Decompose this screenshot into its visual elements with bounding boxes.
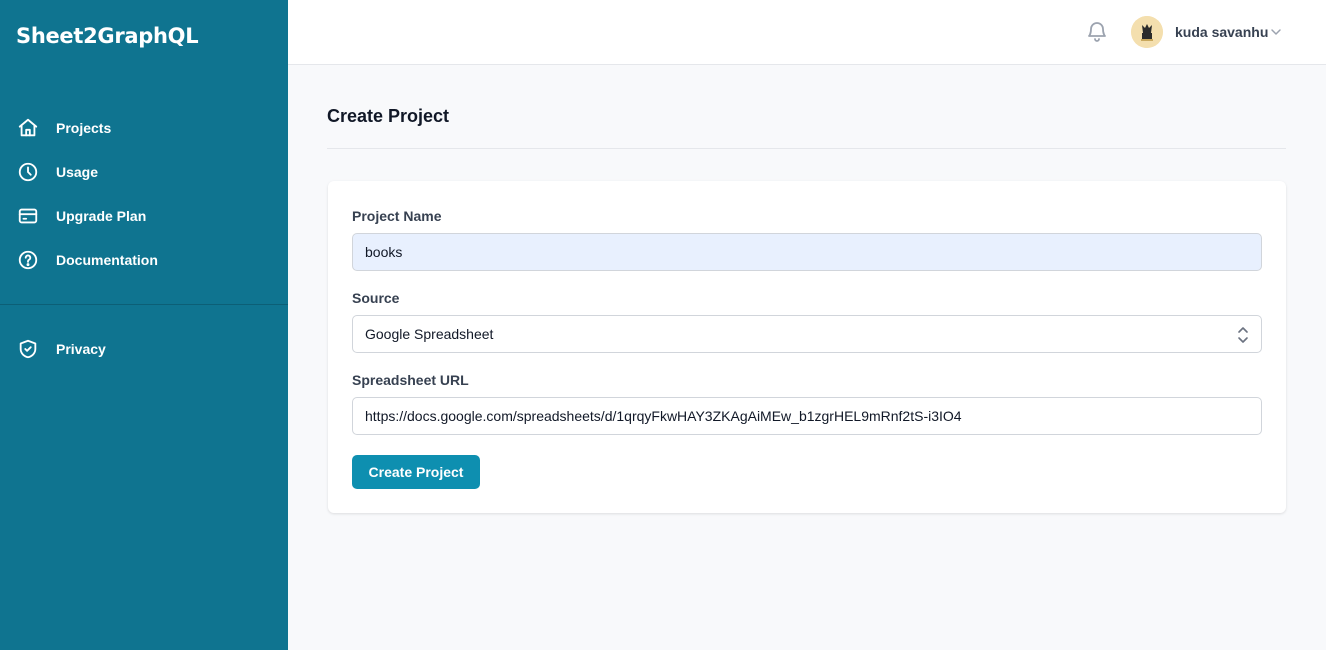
create-project-form: Project Name books Source Google Spreads… [328, 181, 1286, 513]
sidebar-item-label: Documentation [56, 252, 158, 268]
sidebar-item-label: Upgrade Plan [56, 208, 147, 224]
source-select[interactable]: Google Spreadsheet [352, 315, 1262, 353]
sidebar-item-privacy[interactable]: Privacy [16, 335, 276, 363]
page-title: Create Project [327, 106, 450, 126]
bell-icon[interactable] [1085, 20, 1109, 44]
spreadsheet-url-value: https://docs.google.com/spreadsheets/d/1… [365, 408, 962, 424]
title-divider [327, 148, 1286, 149]
user-name[interactable]: kuda savanhu [1175, 24, 1268, 40]
sidebar: Sheet2GraphQL Projects Usage Upgrade Pla… [0, 0, 288, 650]
help-circle-icon [16, 248, 40, 272]
sidebar-item-projects[interactable]: Projects [16, 114, 276, 142]
sidebar-item-label: Projects [56, 120, 112, 136]
sidebar-item-label: Privacy [56, 341, 106, 357]
source-selected-value: Google Spreadsheet [365, 326, 494, 342]
home-icon [16, 116, 40, 140]
sidebar-item-upgrade-plan[interactable]: Upgrade Plan [16, 202, 276, 230]
spreadsheet-url-input[interactable]: https://docs.google.com/spreadsheets/d/1… [352, 397, 1262, 435]
sidebar-item-label: Usage [56, 164, 99, 180]
topbar: kuda savanhu [288, 0, 1326, 65]
source-label: Source [352, 290, 400, 306]
credit-card-icon [16, 204, 40, 228]
select-arrows-icon [1235, 326, 1251, 344]
avatar-icon[interactable] [1131, 16, 1163, 48]
shield-check-icon [16, 337, 40, 361]
project-name-value: books [365, 244, 403, 260]
app-brand[interactable]: Sheet2GraphQL [16, 24, 199, 48]
project-name-label: Project Name [352, 208, 442, 224]
spreadsheet-url-label: Spreadsheet URL [352, 372, 469, 388]
sidebar-item-documentation[interactable]: Documentation [16, 246, 276, 274]
project-name-input[interactable]: books [352, 233, 1262, 271]
clock-icon [16, 160, 40, 184]
chevron-down-icon[interactable] [1268, 24, 1284, 40]
sidebar-item-usage[interactable]: Usage [16, 158, 276, 186]
create-project-button[interactable]: Create Project [352, 455, 480, 489]
sidebar-divider [0, 304, 288, 305]
